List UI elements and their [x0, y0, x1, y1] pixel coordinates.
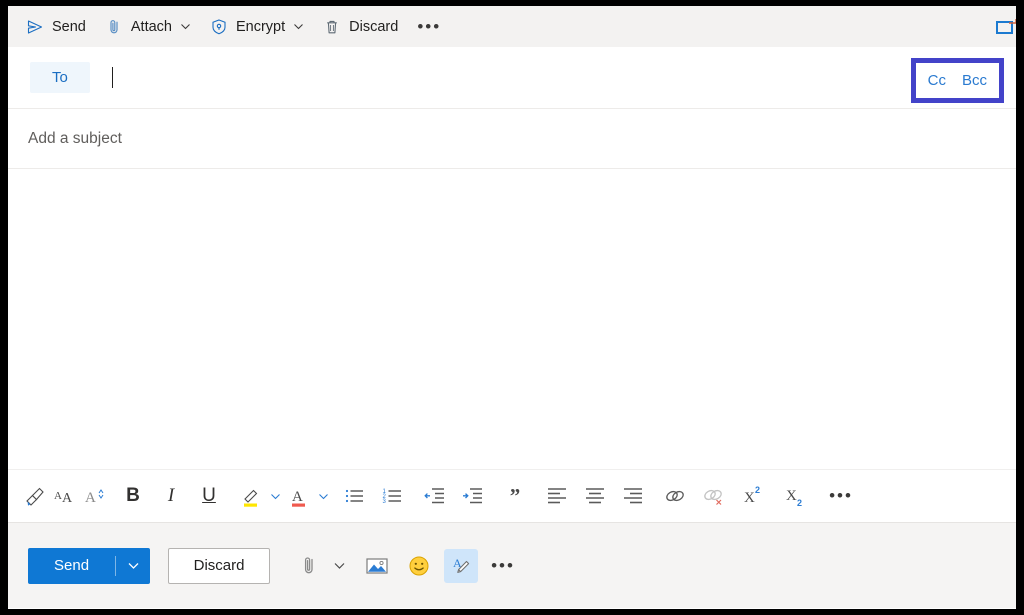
send-icon: [25, 17, 45, 37]
svg-text:A: A: [54, 490, 62, 502]
bulleted-list-button[interactable]: [340, 480, 370, 512]
italic-button[interactable]: I: [156, 480, 186, 512]
remove-link-button: [698, 480, 728, 512]
svg-text:3: 3: [383, 499, 387, 505]
action-bar: Send Discard A •••: [8, 523, 1016, 608]
svg-text:A: A: [292, 489, 303, 505]
formatting-toolbar: A A A B I U A 1 2 3 ” X 2 X 2 •••: [8, 469, 1016, 523]
insert-picture-button[interactable]: [360, 549, 394, 583]
command-send-button[interactable]: Send: [16, 10, 95, 44]
command-attach-label: Attach: [130, 18, 172, 35]
svg-text:A: A: [85, 490, 96, 506]
svg-text:A: A: [62, 491, 73, 506]
format-painter-button[interactable]: [20, 480, 50, 512]
increase-indent-button[interactable]: [458, 480, 488, 512]
action-overflow-button[interactable]: •••: [484, 556, 522, 576]
trash-icon: [322, 17, 342, 37]
bcc-link[interactable]: Bcc: [962, 72, 987, 89]
bold-label: B: [126, 485, 140, 506]
recipients-row: To Cc Bcc: [8, 47, 1016, 109]
shield-lock-icon: [209, 17, 229, 37]
command-encrypt-label: Encrypt: [235, 18, 286, 35]
decrease-indent-button[interactable]: [420, 480, 450, 512]
compose-window: Send Attach Encrypt Discard ••• To Cc Bc…: [8, 6, 1016, 609]
pop-out-icon[interactable]: [992, 15, 1016, 39]
align-right-button[interactable]: [618, 480, 648, 512]
numbered-list-button[interactable]: 123: [378, 480, 408, 512]
svg-text:X: X: [744, 490, 755, 506]
paperclip-icon: [104, 17, 124, 37]
insert-link-button[interactable]: [660, 480, 690, 512]
to-field-label[interactable]: To: [30, 62, 90, 93]
font-grow-shrink-button[interactable]: A: [80, 480, 110, 512]
highlight-button[interactable]: [236, 480, 266, 512]
underline-label: U: [202, 485, 216, 506]
svg-text:2: 2: [755, 485, 760, 495]
italic-label: I: [167, 485, 175, 506]
quote-glyph: ”: [509, 483, 521, 508]
command-encrypt-button[interactable]: Encrypt: [200, 10, 313, 44]
discard-button[interactable]: Discard: [168, 547, 271, 584]
align-center-button[interactable]: [580, 480, 610, 512]
chevron-down-icon[interactable]: [314, 480, 332, 512]
quote-button[interactable]: ”: [500, 480, 530, 512]
underline-button[interactable]: U: [194, 480, 224, 512]
bold-button[interactable]: B: [118, 480, 148, 512]
chevron-down-icon[interactable]: [180, 21, 191, 32]
command-discard-button[interactable]: Discard: [313, 10, 407, 44]
command-overflow-button[interactable]: •••: [407, 10, 451, 44]
send-options-chevron-down-icon[interactable]: [116, 548, 150, 584]
superscript-button[interactable]: X 2: [740, 480, 770, 512]
svg-text:2: 2: [797, 498, 802, 508]
command-discard-label: Discard: [349, 18, 399, 35]
toggle-formatting-options-button[interactable]: A: [444, 548, 479, 583]
attach-file-button[interactable]: [292, 549, 326, 583]
attach-chevron-down-icon[interactable]: [326, 549, 352, 583]
insert-emoji-button[interactable]: [402, 549, 436, 583]
chevron-down-icon[interactable]: [266, 480, 284, 512]
chevron-down-icon[interactable]: [293, 21, 304, 32]
command-bar: Send Attach Encrypt Discard •••: [8, 6, 1016, 47]
send-button[interactable]: Send: [28, 548, 115, 584]
message-body-input[interactable]: [8, 169, 1016, 469]
command-attach-button[interactable]: Attach: [95, 10, 200, 44]
subject-row[interactable]: Add a subject: [8, 109, 1016, 169]
cc-link[interactable]: Cc: [928, 72, 946, 89]
to-input-caret[interactable]: [111, 67, 113, 88]
formatting-overflow-button[interactable]: •••: [824, 486, 858, 506]
command-send-label: Send: [52, 18, 86, 35]
cc-bcc-annotation-box: Cc Bcc: [910, 58, 1004, 103]
font-color-button[interactable]: A: [284, 480, 314, 512]
font-size-button[interactable]: A A: [50, 480, 80, 512]
send-split-button[interactable]: Send: [28, 547, 151, 584]
subscript-button[interactable]: X 2: [782, 480, 812, 512]
subject-input[interactable]: Add a subject: [28, 130, 122, 148]
svg-text:X: X: [786, 488, 797, 504]
align-left-button[interactable]: [542, 480, 572, 512]
